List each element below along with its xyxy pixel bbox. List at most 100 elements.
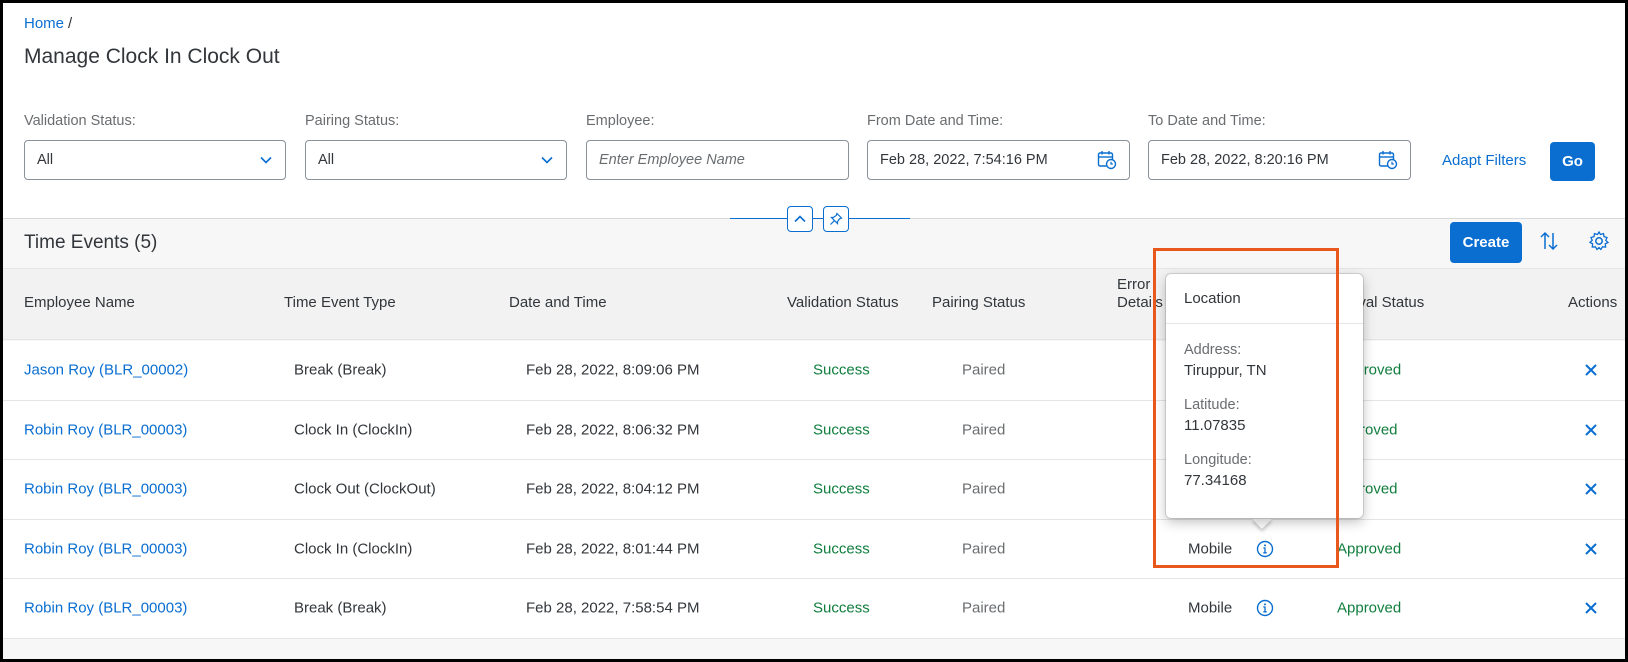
column-header-pairing[interactable]: Pairing Status bbox=[932, 294, 1025, 311]
validation-status: Success bbox=[813, 599, 870, 617]
column-header-type[interactable]: Time Event Type bbox=[284, 294, 396, 311]
validation-status: Success bbox=[813, 421, 870, 439]
time-event-type: Break (Break) bbox=[294, 599, 387, 617]
go-button[interactable]: Go bbox=[1550, 142, 1595, 181]
employee-link[interactable]: Robin Roy (BLR_00003) bbox=[24, 540, 187, 557]
calendar-icon[interactable] bbox=[1097, 150, 1117, 170]
pairing-status: Paired bbox=[962, 540, 1006, 558]
longitude-label: Longitude: bbox=[1184, 452, 1252, 468]
close-icon[interactable] bbox=[1583, 541, 1599, 557]
gear-icon[interactable] bbox=[1588, 230, 1610, 252]
filter-label: From Date and Time: bbox=[867, 113, 1004, 129]
table-row[interactable]: Robin Roy (BLR_00003) Clock In (ClockIn)… bbox=[3, 519, 1625, 579]
chevron-down-icon bbox=[260, 156, 272, 164]
approval-status: Approved bbox=[1337, 540, 1402, 558]
filter-pairing-status: Pairing Status: All bbox=[305, 113, 567, 180]
to-date-value: Feb 28, 2022, 8:20:16 PM bbox=[1161, 152, 1329, 168]
page-title: Manage Clock In Clock Out bbox=[24, 45, 280, 68]
from-date-value: Feb 28, 2022, 7:54:16 PM bbox=[880, 152, 1048, 168]
filter-label: Pairing Status: bbox=[305, 113, 400, 129]
filter-label: Validation Status: bbox=[24, 113, 136, 129]
chevron-down-icon bbox=[541, 156, 553, 164]
filter-employee: Employee: Enter Employee Name bbox=[586, 113, 849, 180]
collapse-bar-line bbox=[730, 218, 910, 219]
pairing-status: Paired bbox=[962, 421, 1006, 439]
breadcrumb-home-link[interactable]: Home bbox=[24, 15, 64, 32]
time-event-type: Clock In (ClockIn) bbox=[294, 421, 413, 439]
time-event-type: Break (Break) bbox=[294, 361, 387, 379]
filter-label: Employee: bbox=[586, 113, 655, 129]
date-time: Feb 28, 2022, 8:06:32 PM bbox=[526, 421, 700, 439]
sort-icon[interactable] bbox=[1538, 230, 1560, 252]
from-date-picker[interactable]: Feb 28, 2022, 7:54:16 PM bbox=[867, 140, 1130, 180]
source-label: Mobile bbox=[1188, 599, 1233, 617]
table-row[interactable]: Robin Roy (BLR_00003) Clock Out (ClockOu… bbox=[3, 460, 1625, 520]
employee-link[interactable]: Robin Roy (BLR_00003) bbox=[24, 600, 187, 617]
date-time: Feb 28, 2022, 8:09:06 PM bbox=[526, 361, 700, 379]
employee-link[interactable]: Robin Roy (BLR_00003) bbox=[24, 481, 187, 498]
column-header-validation[interactable]: Validation Status bbox=[787, 294, 898, 311]
employee-link[interactable]: Robin Roy (BLR_00003) bbox=[24, 421, 187, 438]
table-row[interactable]: Jason Roy (BLR_00002) Break (Break) Feb … bbox=[3, 341, 1625, 401]
latitude-value: 11.07835 bbox=[1184, 417, 1246, 434]
info-icon[interactable] bbox=[1256, 599, 1274, 617]
pairing-status: Paired bbox=[962, 599, 1006, 617]
chevron-up-icon bbox=[794, 215, 806, 223]
calendar-icon[interactable] bbox=[1378, 150, 1398, 170]
close-icon[interactable] bbox=[1583, 481, 1599, 497]
table-row[interactable]: Robin Roy (BLR_00003) Clock In (ClockIn)… bbox=[3, 400, 1625, 460]
address-value: Tiruppur, TN bbox=[1184, 362, 1267, 379]
close-icon[interactable] bbox=[1583, 362, 1599, 378]
employee-input[interactable]: Enter Employee Name bbox=[586, 140, 849, 180]
date-time: Feb 28, 2022, 8:04:12 PM bbox=[526, 480, 700, 498]
column-header-error[interactable]: Error bbox=[1117, 276, 1150, 293]
approval-status: Approved bbox=[1337, 599, 1402, 617]
filter-label: To Date and Time: bbox=[1148, 113, 1266, 129]
column-header-error-details[interactable]: Details bbox=[1117, 294, 1163, 311]
employee-input-placeholder: Enter Employee Name bbox=[599, 152, 745, 168]
longitude-value: 77.34168 bbox=[1184, 472, 1247, 489]
time-event-type: Clock Out (ClockOut) bbox=[294, 480, 436, 498]
breadcrumb-separator: / bbox=[68, 15, 73, 32]
column-header-employee[interactable]: Employee Name bbox=[24, 294, 135, 311]
address-label: Address: bbox=[1184, 342, 1242, 358]
date-time: Feb 28, 2022, 8:01:44 PM bbox=[526, 540, 700, 558]
validation-status: Success bbox=[813, 480, 870, 498]
adapt-filters-button[interactable]: Adapt Filters bbox=[1442, 152, 1526, 169]
to-date-picker[interactable]: Feb 28, 2022, 8:20:16 PM bbox=[1148, 140, 1411, 180]
pairing-status-select[interactable]: All bbox=[305, 140, 567, 180]
validation-status-select[interactable]: All bbox=[24, 140, 286, 180]
popover-body: Address: Tiruppur, TN Latitude: 11.07835… bbox=[1166, 324, 1363, 525]
filter-validation-status: Validation Status: All bbox=[24, 113, 286, 180]
pairing-status: Paired bbox=[962, 480, 1006, 498]
validation-status: Success bbox=[813, 361, 870, 379]
latitude-label: Latitude: bbox=[1184, 397, 1240, 413]
column-header-actions: Actions bbox=[1568, 294, 1618, 311]
select-value: All bbox=[318, 152, 335, 168]
table-title: Time Events (5) bbox=[24, 232, 158, 253]
close-icon[interactable] bbox=[1583, 422, 1599, 438]
info-icon[interactable] bbox=[1256, 540, 1274, 558]
close-icon[interactable] bbox=[1583, 600, 1599, 616]
pin-header-button[interactable] bbox=[823, 206, 849, 232]
create-button[interactable]: Create bbox=[1450, 222, 1522, 263]
column-header-datetime[interactable]: Date and Time bbox=[509, 294, 607, 311]
employee-link[interactable]: Jason Roy (BLR_00002) bbox=[24, 362, 188, 379]
breadcrumb: Home / bbox=[24, 15, 72, 32]
filter-from-date: From Date and Time: Feb 28, 2022, 7:54:1… bbox=[867, 113, 1130, 180]
pairing-status: Paired bbox=[962, 361, 1006, 379]
filter-to-date: To Date and Time: Feb 28, 2022, 8:20:16 … bbox=[1148, 113, 1411, 180]
approval-status: roved bbox=[1360, 480, 1398, 498]
validation-status: Success bbox=[813, 540, 870, 558]
table-header-row: Employee Name Time Event Type Date and T… bbox=[3, 268, 1625, 340]
date-time: Feb 28, 2022, 7:58:54 PM bbox=[526, 599, 700, 617]
location-popover: Location Address: Tiruppur, TN Latitude:… bbox=[1166, 274, 1363, 518]
time-event-type: Clock In (ClockIn) bbox=[294, 540, 413, 558]
table-body: Jason Roy (BLR_00002) Break (Break) Feb … bbox=[3, 341, 1625, 639]
pin-icon bbox=[830, 212, 843, 225]
popover-title: Location bbox=[1166, 274, 1363, 324]
source-label: Mobile bbox=[1188, 540, 1233, 558]
select-value: All bbox=[37, 152, 54, 168]
table-row[interactable]: Robin Roy (BLR_00003) Break (Break) Feb … bbox=[3, 579, 1625, 639]
collapse-header-button[interactable] bbox=[787, 206, 813, 232]
